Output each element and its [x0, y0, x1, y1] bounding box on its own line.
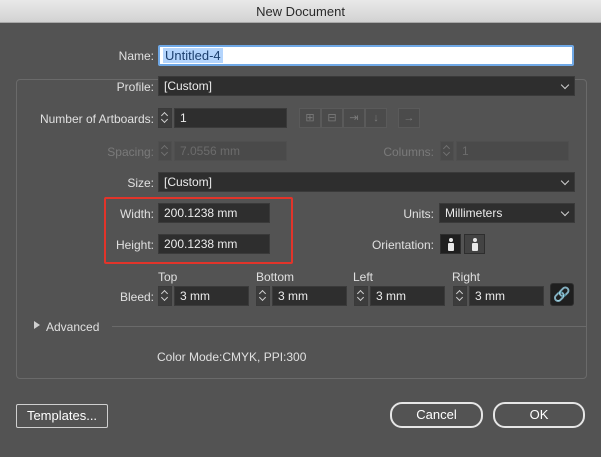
artboards-label: Number of Artboards:: [39, 112, 154, 126]
arrange-by-column-icon[interactable]: ↓: [365, 108, 387, 128]
name-input[interactable]: Untitled-4: [158, 45, 574, 66]
chevron-down-icon: [560, 80, 570, 90]
bleed-right-input[interactable]: 3 mm: [469, 286, 544, 306]
name-value: Untitled-4: [163, 48, 223, 63]
units-label: Units:: [403, 207, 434, 221]
advanced-divider: [112, 326, 587, 327]
spacing-input: 7.0556 mm: [174, 141, 287, 161]
bleed-top-label: Top: [158, 270, 178, 284]
columns-input: 1: [456, 141, 569, 161]
window-title: New Document: [0, 0, 601, 23]
landscape-button[interactable]: [464, 234, 485, 254]
landscape-icon: [472, 238, 478, 251]
grid-by-row-icon[interactable]: ⊞: [299, 108, 321, 128]
units-dropdown[interactable]: Millimeters: [439, 203, 575, 223]
artboards-stepper[interactable]: [158, 108, 172, 128]
orientation-label: Orientation:: [371, 238, 434, 252]
right-to-left-icon[interactable]: →: [398, 108, 420, 128]
bleed-right-stepper[interactable]: [453, 286, 467, 306]
chevron-down-icon: [560, 176, 570, 186]
advanced-toggle[interactable]: Advanced: [46, 320, 99, 334]
color-mode-text: Color Mode:CMYK, PPI:300: [157, 350, 307, 364]
arrange-by-row-icon[interactable]: ⇥: [343, 108, 365, 128]
size-value: [Custom]: [164, 175, 213, 189]
bleed-left-stepper[interactable]: [354, 286, 368, 306]
bleed-bottom-input[interactable]: 3 mm: [272, 286, 347, 306]
spacing-stepper: [158, 141, 172, 161]
profile-value: [Custom]: [164, 79, 213, 93]
bleed-bottom-label: Bottom: [256, 270, 295, 284]
spacing-label: Spacing:: [107, 145, 154, 159]
arrow-right-icon: →: [403, 112, 415, 124]
link-icon[interactable]: 🔗: [550, 283, 574, 306]
chevron-down-icon: [560, 207, 570, 217]
disclosure-triangle-icon[interactable]: [34, 321, 40, 329]
bleed-top-input[interactable]: 3 mm: [174, 286, 249, 306]
bleed-left-label: Left: [353, 270, 374, 284]
columns-stepper: [440, 141, 454, 161]
bleed-left-input[interactable]: 3 mm: [370, 286, 445, 306]
bleed-bottom-stepper[interactable]: [256, 286, 270, 306]
columns-label: Columns:: [383, 145, 434, 159]
cancel-button[interactable]: Cancel: [390, 402, 483, 428]
highlight-box: [104, 197, 293, 264]
artboards-input[interactable]: 1: [174, 108, 287, 128]
portrait-icon: [448, 238, 454, 251]
units-value: Millimeters: [445, 206, 503, 220]
bleed-right-label: Right: [452, 270, 481, 284]
name-label: Name:: [118, 49, 154, 63]
bleed-top-stepper[interactable]: [158, 286, 172, 306]
bleed-label: Bleed:: [119, 290, 154, 304]
grid-by-column-icon[interactable]: ⊟: [321, 108, 343, 128]
portrait-button[interactable]: [440, 234, 461, 254]
size-label: Size:: [127, 176, 154, 190]
ok-button[interactable]: OK: [493, 402, 585, 428]
templates-button[interactable]: Templates...: [16, 404, 108, 428]
profile-label: Profile:: [116, 80, 154, 94]
profile-dropdown[interactable]: [Custom]: [158, 76, 575, 96]
size-dropdown[interactable]: [Custom]: [158, 172, 575, 192]
